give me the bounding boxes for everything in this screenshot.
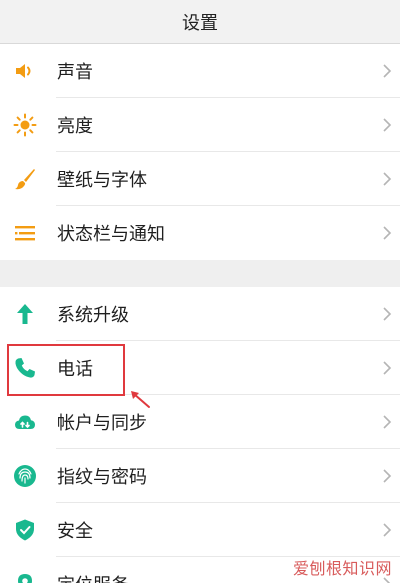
settings-item-phone[interactable]: 电话 — [0, 341, 400, 395]
page-title: 设置 — [182, 12, 218, 34]
settings-item-label: 定位服务 — [57, 571, 382, 583]
shield-icon — [13, 518, 37, 542]
chevron-right-icon — [383, 577, 391, 583]
up-arrow-icon — [13, 302, 37, 326]
notification-bars-icon — [13, 221, 37, 245]
settings-item-label: 亮度 — [57, 116, 93, 137]
settings-item-label: 声音 — [57, 62, 93, 83]
cloud-sync-icon — [13, 410, 37, 434]
brush-icon — [13, 167, 37, 191]
chevron-right-icon — [383, 307, 392, 321]
chevron-right-icon — [383, 118, 392, 132]
section-divider — [0, 260, 400, 287]
fingerprint-icon — [13, 464, 37, 488]
settings-item-security[interactable]: 安全 — [0, 503, 400, 557]
settings-group-1: 声音 亮度 壁纸与字体 状态栏与通知 — [0, 44, 400, 260]
settings-item-label: 状态栏与通知 — [57, 224, 165, 245]
settings-item-fingerprint-password[interactable]: 指纹与密码 — [0, 449, 400, 503]
settings-screen: 设置 声音 亮度 壁纸与字体 状态栏与通知 系统升级 电话 帐户与同步 指纹与密… — [0, 0, 400, 583]
settings-group-2: 系统升级 电话 帐户与同步 指纹与密码 安全 — [0, 287, 400, 583]
settings-item-label: 帐户与同步 — [57, 413, 147, 434]
settings-item-label: 壁纸与字体 — [57, 170, 147, 191]
chevron-right-icon — [383, 226, 392, 240]
sun-icon — [13, 113, 37, 137]
chevron-right-icon — [383, 523, 392, 537]
settings-item-label: 安全 — [57, 521, 93, 542]
speaker-icon — [13, 59, 37, 83]
settings-item-label: 指纹与密码 — [57, 467, 147, 488]
chevron-right-icon — [383, 172, 392, 186]
chevron-right-icon — [383, 64, 392, 78]
settings-item-label: 系统升级 — [57, 305, 129, 326]
settings-item-account-sync[interactable]: 帐户与同步 — [0, 395, 400, 449]
settings-item-system-update[interactable]: 系统升级 — [0, 287, 400, 341]
settings-item-sound[interactable]: 声音 — [0, 44, 400, 98]
header-bar: 设置 — [0, 0, 400, 44]
phone-icon — [13, 356, 37, 380]
settings-item-wallpaper-font[interactable]: 壁纸与字体 — [0, 152, 400, 206]
settings-item-location[interactable]: 定位服务 — [0, 557, 400, 583]
location-icon — [13, 572, 37, 583]
chevron-right-icon — [383, 415, 392, 429]
settings-item-statusbar-notification[interactable]: 状态栏与通知 — [0, 206, 400, 260]
chevron-right-icon — [383, 361, 392, 375]
chevron-right-icon — [383, 469, 392, 483]
settings-item-brightness[interactable]: 亮度 — [0, 98, 400, 152]
settings-item-label: 电话 — [57, 359, 93, 380]
